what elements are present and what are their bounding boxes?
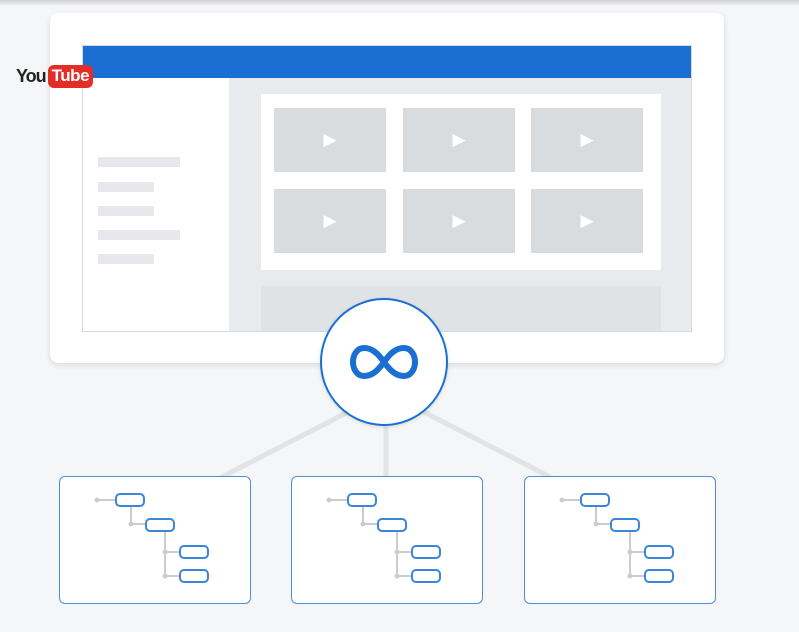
infinity-icon [350, 345, 418, 379]
video-thumbnail: ▶ [531, 108, 643, 172]
infinity-hub [320, 298, 448, 426]
sidebar-line [98, 206, 154, 216]
video-thumbnail: ▶ [403, 108, 515, 172]
tree-node [411, 545, 441, 559]
lower-content-placeholder [261, 286, 661, 331]
tree-junction-dot [627, 549, 633, 555]
sidebar-line [98, 254, 154, 264]
play-icon: ▶ [323, 211, 337, 230]
sidebar-line [98, 157, 180, 167]
tree-junction-dot [627, 573, 633, 579]
tree-junction-dot [394, 573, 400, 579]
tree-junction-dot [593, 521, 599, 527]
tree-card-left [59, 476, 251, 604]
video-thumbnail: ▶ [403, 189, 515, 253]
video-thumbnail: ▶ [531, 189, 643, 253]
tree-structure-icon [94, 493, 209, 583]
video-thumbnail: ▶ [274, 108, 386, 172]
tree-card-center [291, 476, 483, 604]
tree-junction-dot [94, 497, 100, 503]
connector-left [218, 409, 350, 481]
tree-node [377, 518, 407, 532]
tree-junction-dot [394, 549, 400, 555]
tree-node [115, 493, 145, 507]
play-icon: ▶ [452, 211, 466, 230]
tree-junction-dot [128, 521, 134, 527]
tree-node [179, 545, 209, 559]
tree-node [610, 518, 640, 532]
tree-structure-icon [326, 493, 441, 583]
tree-junction-dot [326, 497, 332, 503]
sidebar-placeholder [83, 78, 229, 331]
sidebar-line [98, 230, 180, 240]
tree-node [347, 493, 377, 507]
tree-node [411, 569, 441, 583]
tree-structure-icon [559, 493, 674, 583]
browser-header-bar [83, 46, 691, 78]
tree-node [145, 518, 175, 532]
tree-node [179, 569, 209, 583]
tree-node [580, 493, 610, 507]
tree-node [644, 569, 674, 583]
play-icon: ▶ [580, 130, 594, 149]
tree-junction-dot [559, 497, 565, 503]
play-icon: ▶ [323, 130, 337, 149]
tree-junction-dot [162, 549, 168, 555]
tree-junction-dot [360, 521, 366, 527]
sidebar-line [98, 182, 154, 192]
youtube-logo: You Tube [16, 64, 94, 88]
tree-junction-dot [162, 573, 168, 579]
tree-node [644, 545, 674, 559]
connector-right [422, 409, 554, 481]
play-icon: ▶ [580, 211, 594, 230]
youtube-logo-tube: Tube [47, 64, 94, 88]
top-edge-shadow [0, 0, 799, 6]
youtube-logo-you: You [16, 65, 47, 86]
video-thumbnail: ▶ [274, 189, 386, 253]
play-icon: ▶ [452, 130, 466, 149]
tree-card-right [524, 476, 716, 604]
